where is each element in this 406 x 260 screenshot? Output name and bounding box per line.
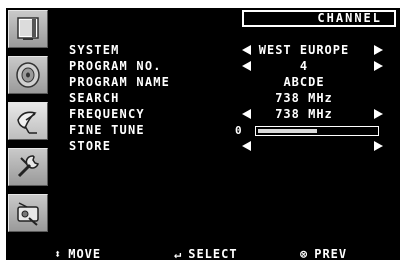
- menu-title: CHANNEL: [242, 10, 396, 27]
- move-updown-icon: ⬍: [54, 247, 63, 260]
- move-label: MOVE: [68, 247, 102, 260]
- search-label: SEARCH: [69, 91, 120, 105]
- satellite-dish-channel-icon: [17, 111, 37, 134]
- tab-sound[interactable]: [8, 56, 48, 94]
- frequency-value: 738 MHz: [275, 107, 333, 121]
- select-hint: ↵ SELECT: [174, 247, 238, 260]
- tab-channel[interactable]: [8, 102, 48, 140]
- menu-row-frequency[interactable]: FREQUENCY 738 MHz: [69, 107, 389, 123]
- tab-picture[interactable]: [8, 10, 48, 48]
- key-hints: ⬍ MOVE ↵ SELECT ⊗ PREV: [6, 246, 400, 260]
- osd-menu: CHANNEL SYSTEM WEST EUROPE PROGRAM NO. 4…: [6, 8, 400, 260]
- menu-sidebar: [6, 8, 50, 244]
- menu-row-program-name[interactable]: PROGRAM NAME ABCDE: [69, 75, 389, 91]
- right-arrow-icon[interactable]: [374, 45, 383, 55]
- menu-row-program-no[interactable]: PROGRAM NO. 4: [69, 59, 389, 75]
- menu-row-store[interactable]: STORE: [69, 139, 389, 155]
- fine-tune-min-label: 0: [235, 124, 242, 137]
- menu-row-search[interactable]: SEARCH 738 MHz: [69, 91, 389, 107]
- select-label: SELECT: [188, 247, 238, 260]
- right-arrow-icon[interactable]: [374, 141, 383, 151]
- program-no-value: 4: [299, 59, 309, 73]
- menu-row-system[interactable]: SYSTEM WEST EUROPE: [69, 43, 389, 59]
- program-name-label: PROGRAM NAME: [69, 75, 171, 89]
- move-hint: ⬍ MOVE: [54, 247, 101, 260]
- tab-tools[interactable]: [8, 194, 48, 232]
- settings-tools-icon: [17, 202, 39, 226]
- program-no-label: PROGRAM NO.: [69, 59, 162, 73]
- fine-tune-slider[interactable]: [255, 126, 379, 136]
- system-label: SYSTEM: [69, 43, 120, 57]
- fine-tune-label: FINE TUNE: [69, 123, 145, 137]
- store-label: STORE: [69, 139, 112, 153]
- enter-icon: ↵: [174, 247, 183, 260]
- prev-cross-icon: ⊗: [300, 247, 309, 260]
- program-name-value: ABCDE: [283, 75, 325, 89]
- wrench-setup-icon: [17, 155, 39, 178]
- menu-row-fine-tune[interactable]: FINE TUNE 0: [69, 123, 389, 139]
- frequency-label: FREQUENCY: [69, 107, 145, 121]
- tab-setup[interactable]: [8, 148, 48, 186]
- prev-hint: ⊗ PREV: [300, 247, 347, 260]
- system-value: WEST EUROPE: [258, 43, 350, 57]
- speaker-sound-icon: [16, 62, 40, 88]
- right-arrow-icon[interactable]: [374, 109, 383, 119]
- fine-tune-level: [258, 129, 317, 133]
- left-arrow-icon[interactable]: [242, 141, 251, 151]
- tv-picture-icon: [17, 17, 39, 40]
- prev-label: PREV: [314, 247, 348, 260]
- right-arrow-icon[interactable]: [374, 61, 383, 71]
- search-value: 738 MHz: [275, 91, 333, 105]
